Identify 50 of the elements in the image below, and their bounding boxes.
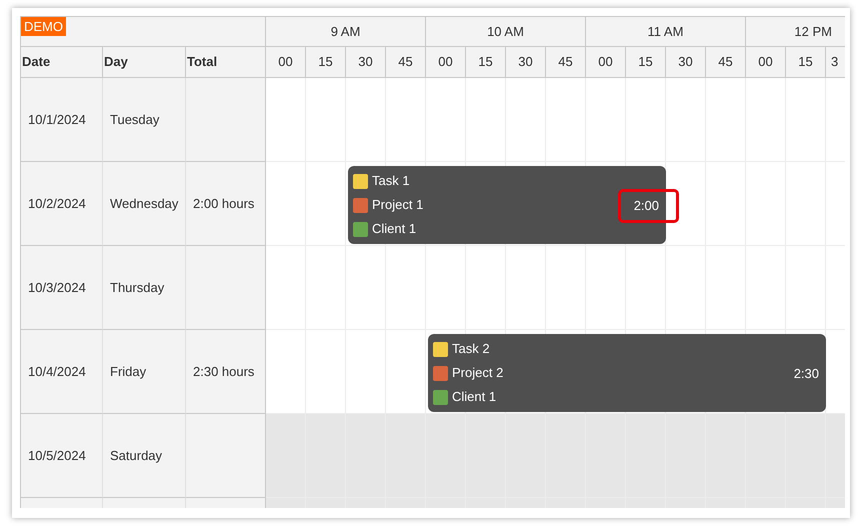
minute-header: 45 — [546, 47, 586, 78]
minute-header: 15 — [466, 47, 506, 78]
minute-header: 00 — [746, 47, 786, 78]
row-header-cell: 2:30 hours — [186, 330, 266, 414]
minute-header: 15 — [626, 47, 666, 78]
row-header-cell: Friday — [103, 330, 186, 414]
hour-header: 9 AM — [266, 17, 426, 47]
event-label: Client 1 — [452, 388, 496, 406]
minute-header: 15 — [306, 47, 346, 78]
event-duration: 2:30 — [794, 366, 819, 382]
row-header-cell: 10/5/2024 — [21, 414, 103, 498]
event-label: Task 2 — [452, 340, 490, 358]
minute-header: 00 — [586, 47, 626, 78]
minute-header: 45 — [706, 47, 746, 78]
event-label: Project 1 — [372, 196, 424, 214]
event-block[interactable]: Task 1 Project 1 Client 1 2:00 — [348, 166, 666, 244]
row-header-cell: Thursday — [103, 246, 186, 330]
event-block[interactable]: Task 2 Project 2 Client 1 2:30 — [428, 334, 826, 412]
hour-header: 10 AM — [426, 17, 586, 47]
timeline-row[interactable] — [266, 78, 845, 162]
event-label: Client 1 — [372, 220, 416, 238]
hour-header: 12 PM — [746, 17, 845, 47]
minute-header: 00 — [266, 47, 306, 78]
timeline-row[interactable] — [266, 246, 845, 330]
minute-header: 45 — [386, 47, 426, 78]
minute-header: 15 — [786, 47, 826, 78]
event-label: Task 1 — [372, 172, 410, 190]
minute-header: 3 — [826, 47, 845, 78]
timeline-row[interactable] — [266, 414, 845, 498]
minute-header: 00 — [426, 47, 466, 78]
row-header-cell: 10/3/2024 — [21, 246, 103, 330]
minute-header: 30 — [666, 47, 706, 78]
row-header-cell: Tuesday — [103, 78, 186, 162]
row-header-cell: Wednesday — [103, 162, 186, 246]
timeline-row[interactable]: Task 1 Project 1 Client 1 2:00 — [266, 162, 845, 246]
row-header-cell: 10/2/2024 — [21, 162, 103, 246]
row-header-cell: 10/1/2024 — [21, 78, 103, 162]
row-header-cell: 10/4/2024 — [21, 330, 103, 414]
event-label: Project 2 — [452, 364, 504, 382]
row-header-cell: 2:00 hours — [186, 162, 266, 246]
row-header-cell: Saturday — [103, 414, 186, 498]
hour-header: 11 AM — [586, 17, 746, 47]
column-header: Day — [103, 47, 186, 78]
minute-header: 30 — [506, 47, 546, 78]
minute-header: 30 — [346, 47, 386, 78]
column-header: Total — [186, 47, 266, 78]
timeline-row[interactable]: Task 2 Project 2 Client 1 2:30 — [266, 330, 845, 414]
column-header: Date — [21, 47, 103, 78]
demo-badge: DEMO — [21, 17, 66, 36]
event-duration: 2:00 — [634, 198, 659, 214]
